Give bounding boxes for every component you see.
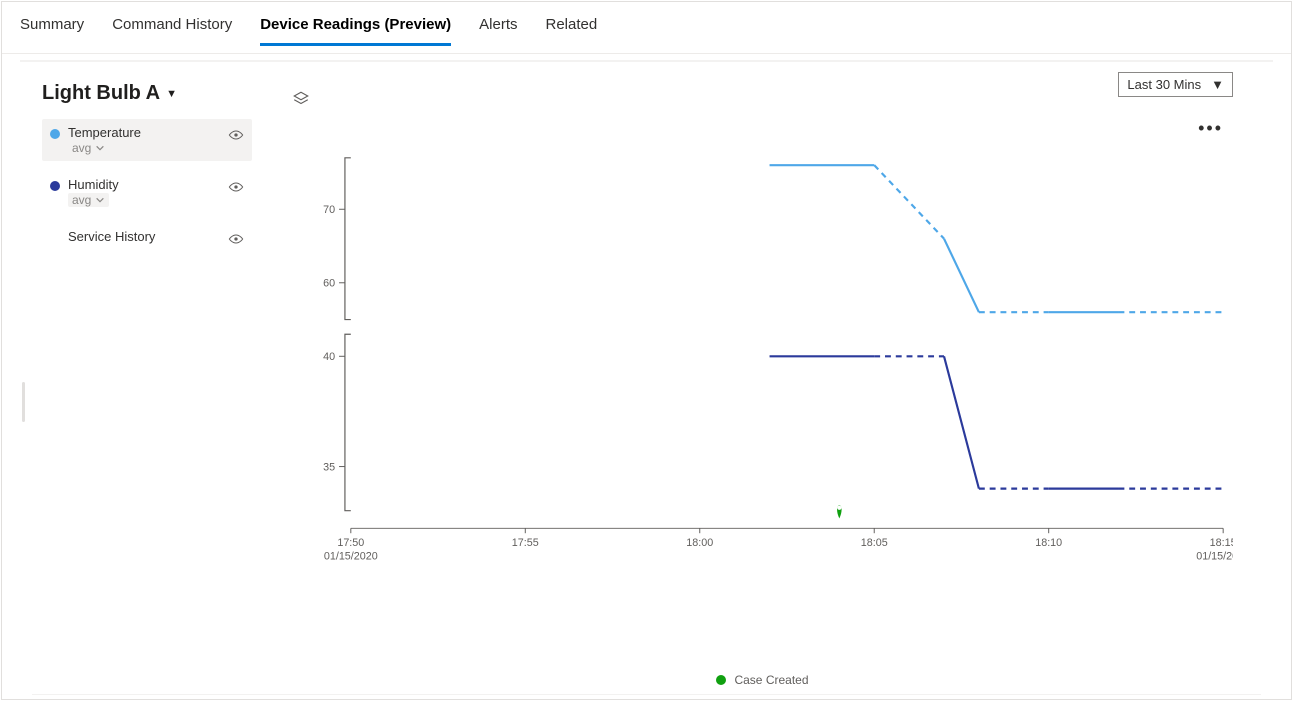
measure-temperature[interactable]: Temperatureavg [42, 119, 252, 161]
device-name: Light Bulb A [42, 82, 160, 105]
chevron-down-icon: ▼ [1211, 77, 1224, 92]
measure-label: Service History [68, 229, 228, 244]
layers-icon[interactable] [292, 90, 310, 111]
tab-summary[interactable]: Summary [20, 16, 84, 45]
divider [32, 694, 1261, 695]
tab-related[interactable]: Related [545, 16, 597, 45]
tab-bar: Summary Command History Device Readings (P… [2, 2, 1291, 54]
svg-text:70: 70 [323, 204, 335, 216]
measure-label: Temperature [68, 125, 228, 140]
device-selector[interactable]: Light Bulb A ▼ [42, 82, 252, 105]
chart-area: Last 30 Mins ▼ ••• 17:5017:5518:0018:051… [252, 82, 1273, 699]
svg-text:18:10: 18:10 [1035, 537, 1062, 549]
tab-command-history[interactable]: Command History [112, 16, 232, 45]
timerange-label: Last 30 Mins [1127, 77, 1201, 92]
measure-panel: Light Bulb A ▼ Temperatureavg Humidityav… [42, 82, 252, 699]
timerange-select[interactable]: Last 30 Mins ▼ [1118, 72, 1233, 97]
more-button[interactable]: ••• [1198, 118, 1223, 139]
tab-alerts[interactable]: Alerts [479, 16, 517, 45]
case-created-dot-icon [716, 675, 726, 685]
svg-text:18:00: 18:00 [686, 537, 713, 549]
svg-text:01/15/2020: 01/15/2020 [1196, 551, 1233, 563]
measure-service-history[interactable]: Service History [42, 223, 252, 254]
divider [20, 54, 1273, 62]
series-color-dot-icon [50, 129, 60, 139]
series-color-dot-icon [50, 181, 60, 191]
measure-humidity[interactable]: Humidityavg [42, 171, 252, 213]
legend-case-created: Case Created [734, 673, 808, 687]
measure-label: Humidity [68, 177, 228, 192]
svg-text:40: 40 [323, 351, 335, 363]
aggregation-select[interactable]: avg [68, 193, 109, 207]
legend: Case Created [252, 673, 1273, 687]
svg-text:17:55: 17:55 [512, 537, 539, 549]
svg-text:35: 35 [323, 461, 335, 473]
visibility-toggle-icon[interactable] [228, 181, 244, 196]
panel-splitter[interactable] [22, 382, 25, 422]
aggregation-select[interactable]: avg [68, 141, 109, 155]
svg-text:01/15/2020: 01/15/2020 [324, 551, 378, 563]
chevron-down-icon: ▼ [166, 88, 177, 100]
svg-text:18:15: 18:15 [1210, 537, 1233, 549]
visibility-toggle-icon[interactable] [228, 129, 244, 144]
visibility-toggle-icon[interactable] [228, 233, 244, 248]
svg-text:60: 60 [323, 278, 335, 290]
chart-plot[interactable]: 17:50 17:55 18:00 18:05 18:10 18:15 01/15/2020… [292, 148, 1233, 579]
svg-text:18:05: 18:05 [861, 537, 888, 549]
svg-text:17:50: 17:50 [337, 537, 364, 549]
tab-device-readings-preview[interactable]: Device Readings (Preview) [260, 16, 451, 45]
